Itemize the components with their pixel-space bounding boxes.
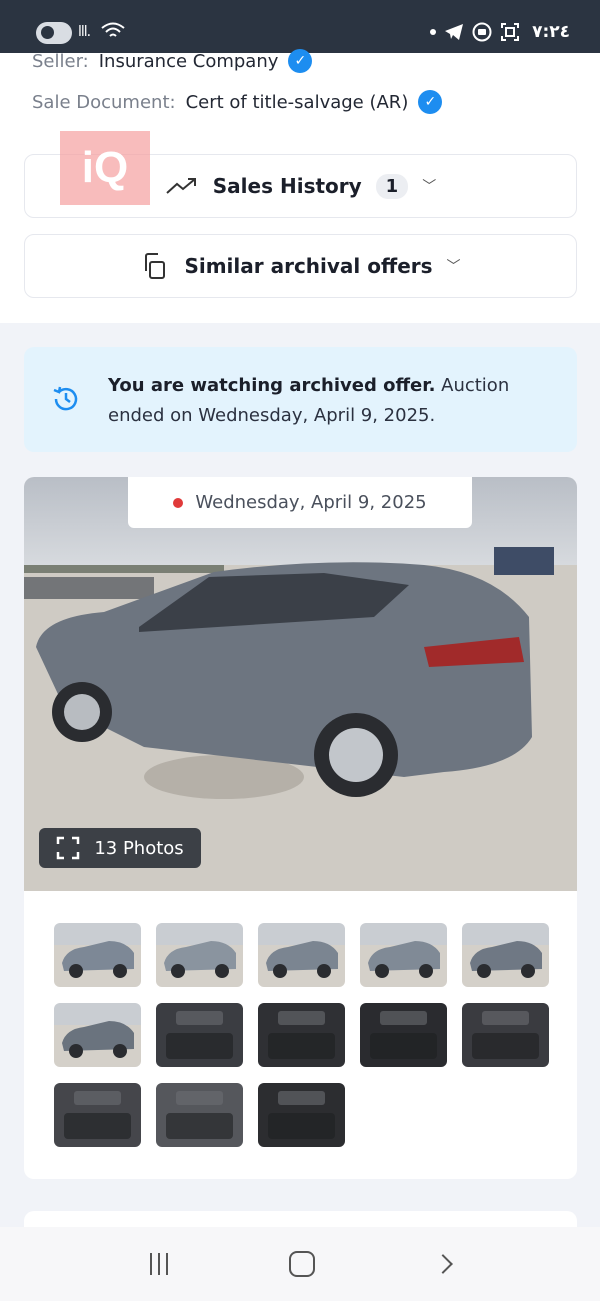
similar-offers-label: Similar archival offers — [184, 254, 433, 278]
chevron-down-icon: ﹀ — [422, 179, 437, 195]
wifi-icon — [101, 22, 125, 37]
dot-icon — [430, 29, 437, 35]
photo-thumbnail[interactable] — [462, 1003, 549, 1067]
status-bar: lll. ٧:٢٤ — [0, 0, 600, 53]
chevron-down-icon: ﹀ — [446, 259, 461, 275]
copy-icon — [145, 253, 166, 279]
sale-document-row: Sale Document: Cert of title-salvage (AR… — [32, 90, 443, 114]
fullscreen-icon — [57, 836, 80, 860]
auction-date: Wednesday, April 9, 2025 — [195, 492, 427, 513]
screenshot-icon — [501, 23, 520, 41]
trending-up-icon — [166, 178, 196, 194]
view-photos-button[interactable]: 13 Photos — [39, 828, 201, 868]
photo-thumbnail[interactable] — [54, 1083, 141, 1147]
signal-icon: lll. — [78, 24, 91, 40]
photo-thumbnail[interactable] — [258, 1003, 345, 1067]
home-icon[interactable] — [288, 1251, 315, 1277]
seller-value: Insurance Company — [98, 50, 279, 72]
photo-thumbnail[interactable] — [54, 1003, 141, 1067]
photo-thumbnail[interactable] — [462, 923, 549, 987]
status-dot-icon — [173, 497, 184, 508]
photo-thumbnail[interactable] — [156, 923, 243, 987]
photo-thumbnail[interactable] — [54, 923, 141, 987]
photo-thumbnail[interactable] — [258, 1083, 345, 1147]
photo-thumbnail[interactable] — [156, 1003, 243, 1067]
media-icon — [472, 22, 492, 42]
verified-icon: ✓ — [288, 49, 313, 73]
auction-date-chip: Wednesday, April 9, 2025 — [128, 477, 472, 528]
thumbnail-grid — [54, 923, 549, 1147]
telegram-icon — [445, 24, 464, 40]
notice-text: You are watching archived offer. Auction… — [108, 371, 548, 431]
iq-watermark-logo: iQ — [60, 131, 150, 205]
photos-count-label: 13 Photos — [94, 837, 184, 859]
sale-document-label: Sale Document: — [32, 91, 176, 113]
photo-gallery-card: Wednesday, April 9, 2025 13 Photos — [24, 477, 577, 1179]
sales-history-label: Sales History — [212, 174, 362, 198]
recent-apps-icon[interactable] — [150, 1253, 169, 1275]
photo-thumbnail[interactable] — [360, 1003, 447, 1067]
photo-thumbnail[interactable] — [360, 923, 447, 987]
photo-thumbnail[interactable] — [258, 923, 345, 987]
seller-label: Seller: — [32, 50, 89, 72]
similar-offers-button[interactable]: Similar archival offers ﹀ — [24, 234, 577, 298]
photo-thumbnail[interactable] — [156, 1083, 243, 1147]
sales-history-count: 1 — [375, 173, 409, 199]
clock: ٧:٢٤ — [532, 22, 570, 42]
toggle-icon — [36, 22, 72, 44]
history-icon — [53, 386, 78, 411]
system-nav-bar — [0, 1227, 600, 1301]
sale-document-value: Cert of title-salvage (AR) — [185, 91, 409, 113]
verified-icon: ✓ — [418, 90, 443, 114]
seller-row: Seller: Insurance Company ✓ — [32, 49, 313, 73]
archived-notice: You are watching archived offer. Auction… — [24, 347, 577, 452]
back-icon[interactable] — [432, 1254, 453, 1274]
notice-bold: You are watching archived offer. — [108, 375, 436, 396]
